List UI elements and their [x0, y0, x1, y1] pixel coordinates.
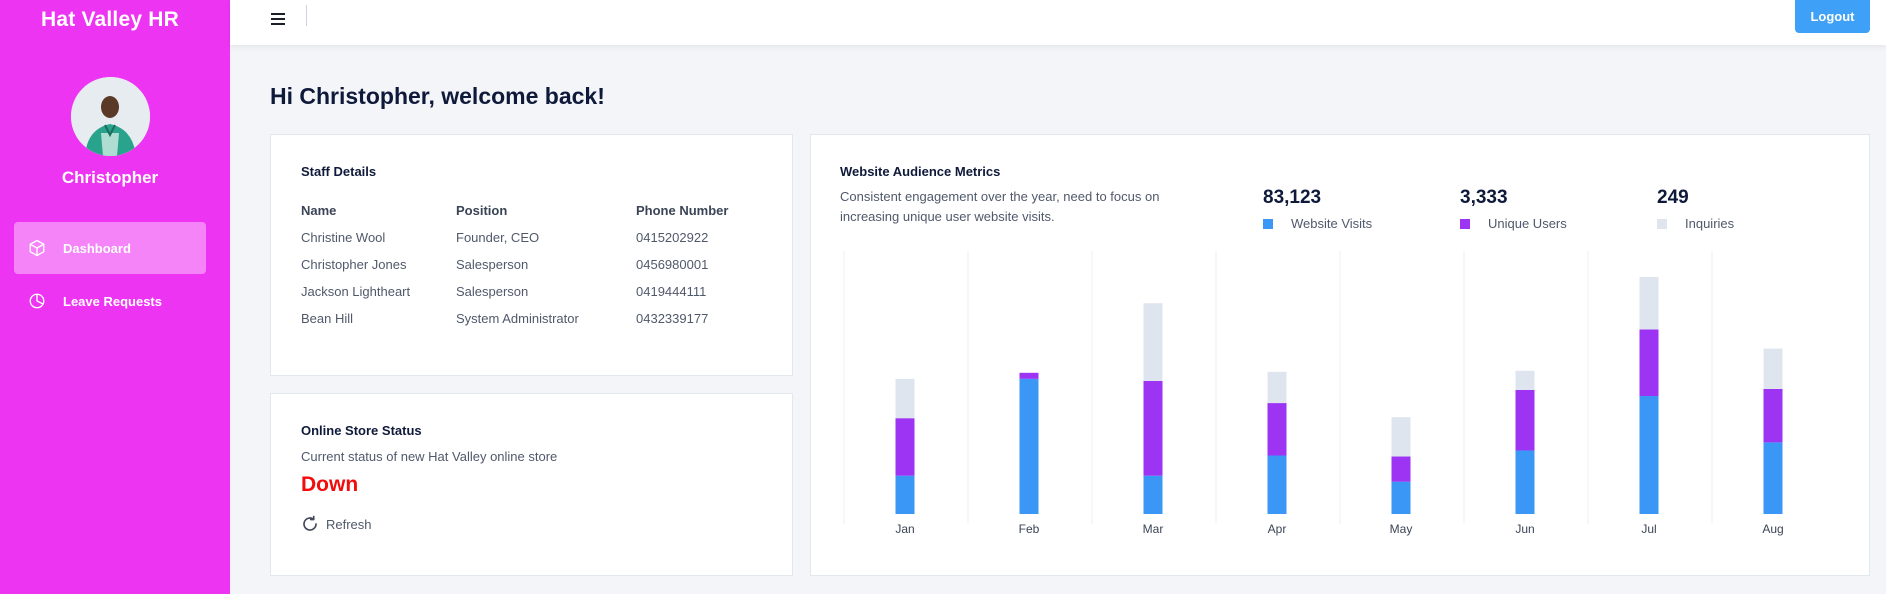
stat-value: 249	[1657, 187, 1689, 208]
column-header: Name	[301, 202, 337, 218]
x-tick-label: Jun	[1515, 522, 1534, 536]
bar-website-visits-may	[1391, 481, 1411, 514]
bar-unique-users-mar	[1143, 380, 1163, 476]
stat-label: Unique Users	[1488, 216, 1567, 231]
stat-unique-users: 3,333 Unique Users	[1460, 187, 1567, 231]
bar-unique-users-jul	[1639, 329, 1659, 397]
bar-unique-users-jun	[1515, 389, 1535, 451]
hamburger-icon[interactable]	[271, 10, 289, 28]
table-row: Christopher Jones Salesperson 0456980001	[301, 251, 756, 278]
audience-metrics-description: Consistent engagement over the year, nee…	[840, 189, 1160, 224]
table-header-row: Name Position Phone Number	[301, 196, 756, 224]
bar-unique-users-jan	[895, 418, 915, 476]
cube-icon	[27, 238, 47, 258]
stat-label: Inquiries	[1685, 216, 1735, 231]
header-divider	[306, 5, 307, 26]
x-tick-label: May	[1390, 522, 1413, 536]
staff-phone: 0419444111	[636, 284, 707, 299]
stat-label: Website Visits	[1291, 216, 1373, 231]
legend-swatch	[1263, 218, 1273, 229]
staff-position: Salesperson	[456, 284, 529, 299]
sidebar: Hat Valley HR Christopher Dashboard Leav…	[0, 0, 230, 594]
bar-inquiries-aug	[1763, 348, 1783, 389]
sidebar-item-label: Leave Requests	[63, 293, 162, 309]
bar-inquiries-jul	[1639, 277, 1659, 330]
staff-position: System Administrator	[456, 311, 579, 326]
refresh-label: Refresh	[326, 516, 372, 532]
bar-unique-users-aug	[1763, 388, 1783, 443]
column-header: Position	[456, 202, 508, 218]
sidebar-item-leave-requests[interactable]: Leave Requests	[14, 275, 206, 327]
table-row: Jackson Lightheart Salesperson 041944411…	[301, 278, 756, 305]
x-tick-label: Jan	[895, 522, 914, 536]
bar-inquiries-may	[1391, 417, 1411, 457]
bar-website-visits-jul	[1639, 396, 1659, 514]
store-status-card: Online Store Status Current status of ne…	[270, 393, 793, 576]
logout-button[interactable]: Logout	[1795, 0, 1870, 33]
stat-inquiries: 249 Inquiries	[1657, 187, 1734, 231]
staff-name: Christine Wool	[301, 230, 386, 245]
stat-value: 3,333	[1460, 187, 1508, 208]
staff-details-title: Staff Details	[301, 164, 377, 179]
refresh-icon	[303, 515, 317, 531]
bar-inquiries-jan	[895, 378, 915, 419]
stat-value: 83,123	[1263, 187, 1322, 208]
staff-phone: 0415202922	[636, 230, 709, 245]
table-row: Bean Hill System Administrator 043233917…	[301, 305, 756, 332]
sidebar-item-label: Dashboard	[63, 240, 131, 256]
avatar	[71, 77, 150, 156]
bar-website-visits-jan	[895, 475, 915, 514]
pie-chart-icon	[27, 291, 47, 311]
x-tick-label: Jul	[1641, 522, 1656, 536]
bar-website-visits-apr	[1267, 455, 1287, 514]
staff-position: Salesperson	[456, 257, 529, 272]
column-header: Phone Number	[636, 202, 729, 218]
stat-label-row: Inquiries	[1657, 216, 1734, 231]
staff-phone: 0432339177	[636, 311, 709, 326]
x-tick-label: Feb	[1019, 522, 1040, 536]
sidebar-item-dashboard[interactable]: Dashboard	[14, 222, 206, 274]
store-status-value: Down	[301, 473, 359, 496]
legend-swatch	[1460, 218, 1470, 229]
bar-unique-users-feb	[1019, 372, 1039, 379]
top-bar: Logout	[230, 0, 1886, 45]
staff-name: Christopher Jones	[301, 257, 407, 272]
staff-table: Name Position Phone Number Christine Woo…	[301, 196, 756, 332]
bar-website-visits-feb	[1019, 378, 1039, 514]
brand-title: Hat Valley HR	[41, 8, 179, 31]
stat-label-row: Unique Users	[1460, 216, 1567, 231]
x-tick-label: Aug	[1762, 522, 1783, 536]
bar-inquiries-apr	[1267, 371, 1287, 404]
bar-website-visits-aug	[1763, 442, 1783, 514]
bar-website-visits-mar	[1143, 475, 1163, 514]
user-name: Christopher	[61, 168, 159, 187]
store-status-title: Online Store Status	[301, 423, 422, 438]
stat-website-visits: 83,123 Website Visits	[1263, 187, 1372, 231]
staff-position: Founder, CEO	[456, 230, 540, 245]
bar-inquiries-jun	[1515, 370, 1535, 390]
staff-details-card: Staff Details Name Position Phone Number…	[270, 134, 793, 376]
legend-swatch	[1657, 218, 1667, 229]
store-status-subtitle: Current status of new Hat Valley online …	[301, 449, 558, 464]
staff-name: Jackson Lightheart	[301, 284, 411, 299]
page-title: Hi Christopher, welcome back!	[270, 83, 605, 109]
bar-inquiries-mar	[1143, 303, 1163, 381]
audience-bar-chart: Jan Feb Mar Apr May Jun Jul Aug	[843, 251, 1784, 536]
bar-unique-users-may	[1391, 456, 1411, 482]
audience-metrics-title: Website Audience Metrics	[840, 164, 1001, 179]
bar-unique-users-apr	[1267, 403, 1287, 456]
staff-name: Bean Hill	[301, 311, 354, 326]
refresh-button[interactable]: Refresh	[301, 515, 372, 533]
x-tick-label: Mar	[1143, 522, 1164, 536]
bar-website-visits-jun	[1515, 450, 1535, 514]
x-tick-label: Apr	[1268, 522, 1287, 536]
staff-phone: 0456980001	[636, 257, 709, 272]
stat-label-row: Website Visits	[1263, 216, 1372, 231]
table-row: Christine Wool Founder, CEO 0415202922	[301, 224, 756, 251]
